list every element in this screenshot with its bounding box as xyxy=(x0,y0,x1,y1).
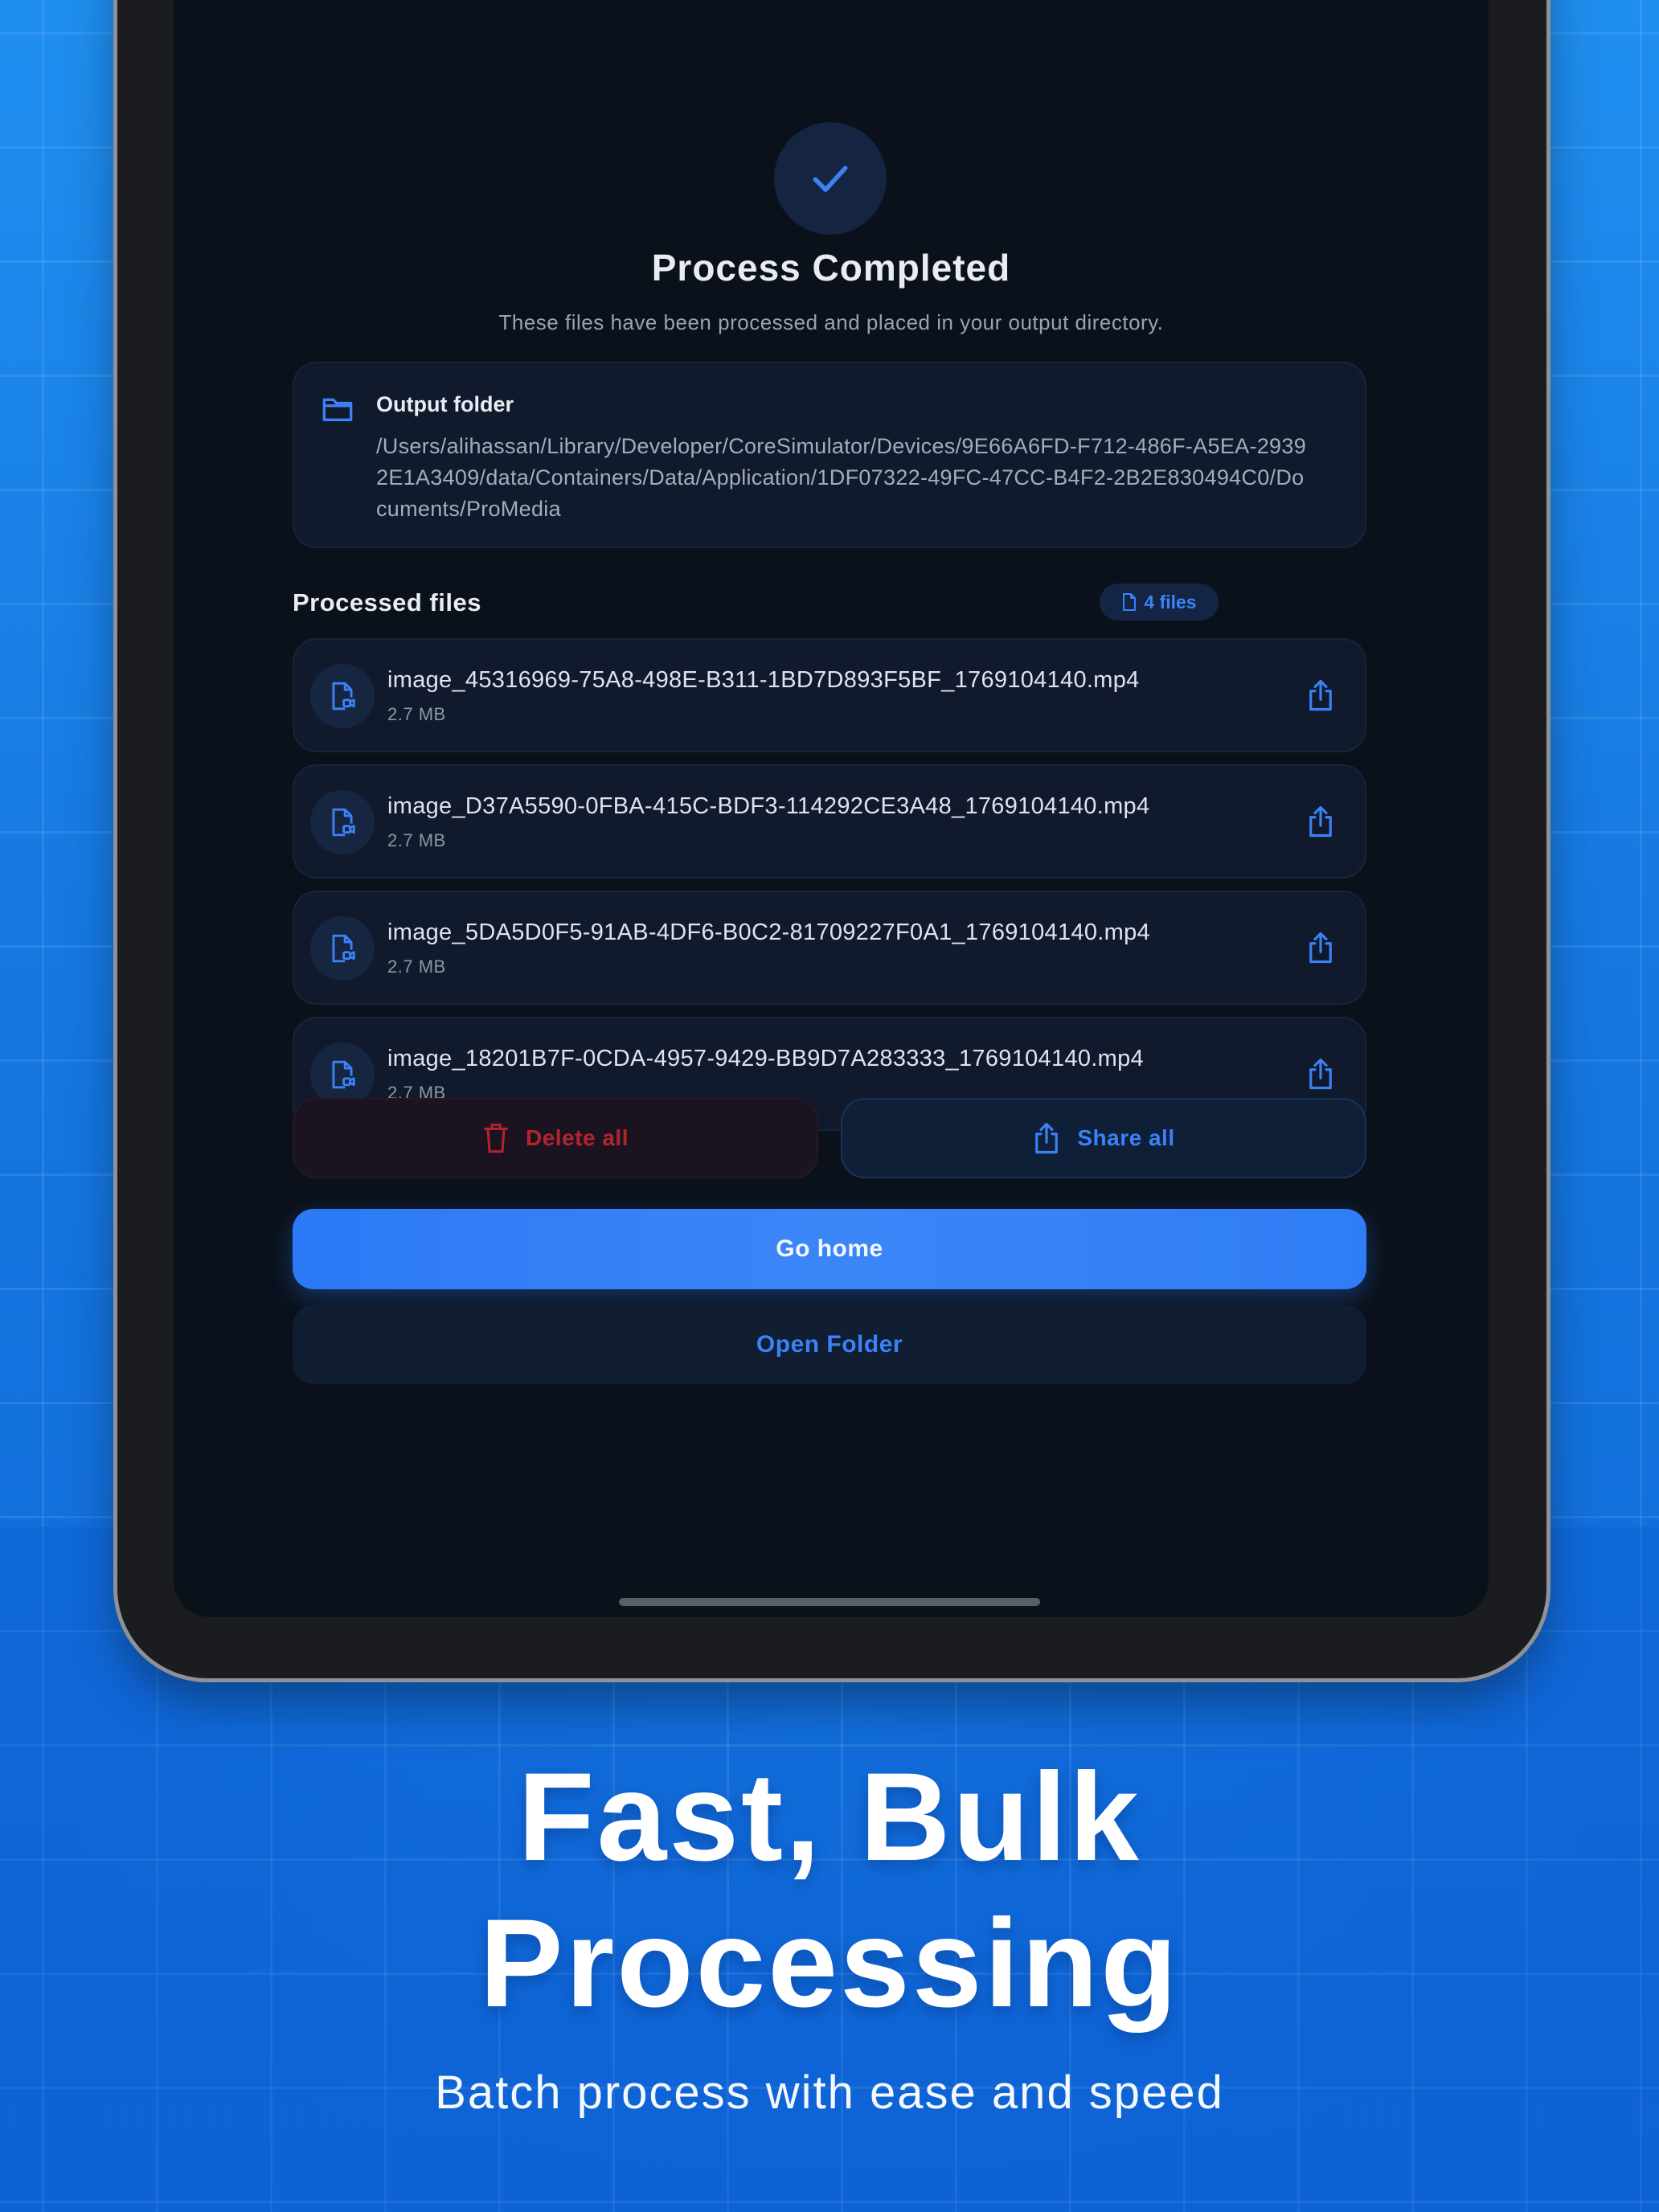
file-icon xyxy=(1123,593,1137,611)
video-file-icon xyxy=(332,682,355,711)
delete-all-button[interactable]: Delete all xyxy=(293,1098,818,1178)
process-completed-view: Process Completed These files have been … xyxy=(174,0,1489,1617)
share-file-button[interactable] xyxy=(1301,928,1341,968)
file-size: 2.7 MB xyxy=(387,704,446,724)
open-folder-button[interactable]: Open Folder xyxy=(293,1305,1366,1384)
file-type-badge xyxy=(310,916,375,981)
share-icon xyxy=(1035,1122,1059,1154)
processed-files-label: Processed files xyxy=(293,588,481,616)
share-icon xyxy=(1309,932,1332,964)
marketing-headline: Fast, Bulk Processing xyxy=(0,1744,1659,2037)
share-file-button[interactable] xyxy=(1301,1054,1341,1094)
tablet-device-frame: Process Completed These files have been … xyxy=(117,0,1546,1678)
share-all-label: Share all xyxy=(1077,1125,1175,1150)
file-type-badge xyxy=(310,790,375,854)
app-screen: Process Completed These files have been … xyxy=(174,0,1489,1617)
file-name: image_D37A5590-0FBA-415C-BDF3-114292CE3A… xyxy=(387,793,1150,819)
page-title: Process Completed xyxy=(651,247,1011,289)
file-count-text: 4 files xyxy=(1144,591,1197,612)
trash-icon xyxy=(484,1123,508,1153)
headline-line-1: Fast, Bulk xyxy=(518,1747,1141,1887)
share-icon xyxy=(1309,679,1332,711)
file-row: image_D37A5590-0FBA-415C-BDF3-114292CE3A… xyxy=(293,764,1366,879)
file-row: image_5DA5D0F5-91AB-4DF6-B0C2-81709227F0… xyxy=(293,891,1366,1005)
file-row: image_45316969-75A8-498E-B311-1BD7D893F5… xyxy=(293,638,1366,752)
output-folder-card: Output folder /Users/alihassan/Library/D… xyxy=(293,362,1366,548)
home-indicator xyxy=(619,1598,1040,1606)
file-type-badge xyxy=(310,664,375,728)
file-size: 2.7 MB xyxy=(387,956,446,977)
file-name: image_45316969-75A8-498E-B311-1BD7D893F5… xyxy=(387,667,1140,693)
file-name: image_18201B7F-0CDA-4957-9429-BB9D7A2833… xyxy=(387,1046,1144,1071)
share-all-button[interactable]: Share all xyxy=(841,1098,1366,1178)
file-name: image_5DA5D0F5-91AB-4DF6-B0C2-81709227F0… xyxy=(387,920,1150,945)
file-type-badge xyxy=(310,1043,375,1107)
output-folder-label: Output folder xyxy=(376,392,514,416)
output-folder-path: /Users/alihassan/Library/Developer/CoreS… xyxy=(376,434,1307,521)
checkmark-icon xyxy=(813,166,848,192)
page-subtitle: These files have been processed and plac… xyxy=(498,310,1164,334)
share-icon xyxy=(1309,805,1332,838)
share-file-button[interactable] xyxy=(1301,801,1341,842)
headline-line-2: Processing xyxy=(479,1894,1180,2034)
success-badge xyxy=(774,122,887,235)
go-home-button[interactable]: Go home xyxy=(293,1209,1366,1289)
video-file-icon xyxy=(332,1060,355,1089)
delete-all-label: Delete all xyxy=(526,1125,629,1150)
file-size: 2.7 MB xyxy=(387,830,446,850)
file-count-badge: 4 files xyxy=(1100,584,1219,621)
marketing-tagline: Batch process with ease and speed xyxy=(435,2067,1224,2119)
video-file-icon xyxy=(332,808,355,837)
share-file-button[interactable] xyxy=(1301,675,1341,715)
share-icon xyxy=(1309,1058,1332,1090)
folder-icon xyxy=(322,398,353,421)
video-file-icon xyxy=(332,934,355,963)
